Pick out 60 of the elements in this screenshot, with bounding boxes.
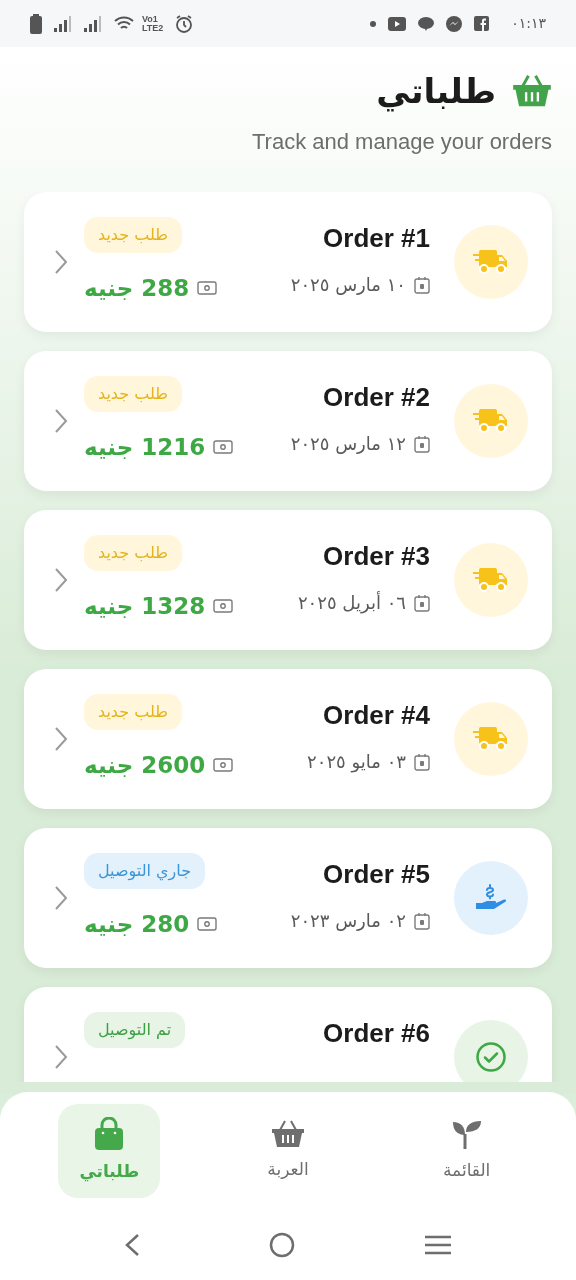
menu-icon[interactable] bbox=[423, 1235, 452, 1255]
truck-icon bbox=[473, 407, 509, 435]
chevron-icon bbox=[54, 726, 68, 752]
truck-icon bbox=[473, 248, 509, 276]
order-title: Order #4 bbox=[323, 700, 430, 730]
nav-tab[interactable]: القائمة bbox=[415, 1104, 518, 1198]
network-label: Vo1 bbox=[142, 14, 159, 24]
page-title: طلباتي bbox=[376, 70, 496, 113]
status-badge: جاري التوصيل bbox=[84, 853, 206, 889]
calendar-icon bbox=[414, 911, 430, 930]
order-date: ٠٦ أبريل ٢٠٢٥ bbox=[297, 590, 406, 616]
back-icon[interactable] bbox=[124, 1233, 141, 1257]
battery-icon bbox=[30, 13, 42, 34]
status-badge: طلب جديد bbox=[84, 376, 182, 412]
status-badge: طلب جديد bbox=[84, 535, 182, 571]
banknote-icon bbox=[197, 917, 218, 931]
social-icon bbox=[474, 16, 490, 31]
truck-icon bbox=[473, 566, 509, 594]
banknote-icon bbox=[197, 281, 218, 295]
banknote-icon bbox=[213, 440, 234, 454]
banknote-icon bbox=[213, 599, 234, 613]
clock-time: ٠١:١٣ bbox=[511, 14, 546, 33]
dot-icon bbox=[370, 20, 377, 27]
order-date: ٠٣ مايو ٢٠٢٥ bbox=[307, 750, 406, 775]
video-play-icon bbox=[388, 16, 407, 31]
page-subtitle: Track and manage your orders bbox=[252, 128, 552, 156]
truck-icon bbox=[473, 725, 509, 753]
calendar-icon bbox=[414, 752, 430, 771]
nav-tab[interactable]: العربة bbox=[237, 1104, 339, 1198]
calendar-icon bbox=[414, 434, 430, 453]
status-badge: تم التوصيل bbox=[84, 1012, 186, 1048]
status-badge: طلب جديد bbox=[84, 217, 182, 253]
check-circle-icon bbox=[475, 1041, 507, 1073]
order-date: ١٢ مارس ٢٠٢٥ bbox=[290, 432, 406, 456]
chevron-icon bbox=[54, 885, 68, 911]
order-title: Order #2 bbox=[323, 382, 430, 412]
alarm-icon bbox=[175, 14, 194, 33]
chevron-icon bbox=[54, 567, 68, 593]
order-title: Order #5 bbox=[323, 859, 430, 889]
chevron-icon bbox=[54, 1044, 68, 1070]
order-title: Order #1 bbox=[323, 223, 430, 253]
home-icon[interactable] bbox=[269, 1232, 295, 1258]
messenger-icon bbox=[446, 15, 463, 32]
status-badge: طلب جديد bbox=[84, 694, 182, 730]
chat-bubble-icon bbox=[418, 16, 435, 31]
signal-icon bbox=[84, 15, 102, 32]
order-date: ١٠ مارس ٢٠٢٥ bbox=[290, 273, 406, 297]
banknote-icon bbox=[213, 758, 234, 772]
order-title: Order #3 bbox=[323, 541, 430, 571]
calendar-icon bbox=[414, 593, 430, 612]
chevron-icon bbox=[54, 408, 68, 434]
order-date: ٠٢ مارس ٢٠٢٣ bbox=[290, 909, 406, 933]
network-label: LTE2 bbox=[142, 23, 164, 33]
basket-icon bbox=[512, 73, 552, 109]
signal-icon bbox=[54, 15, 72, 32]
sprout-icon bbox=[450, 1118, 483, 1151]
chevron-icon bbox=[54, 249, 68, 275]
order-title: Order #6 bbox=[323, 1018, 430, 1048]
calendar-icon bbox=[414, 275, 430, 294]
basket-icon bbox=[271, 1119, 305, 1150]
